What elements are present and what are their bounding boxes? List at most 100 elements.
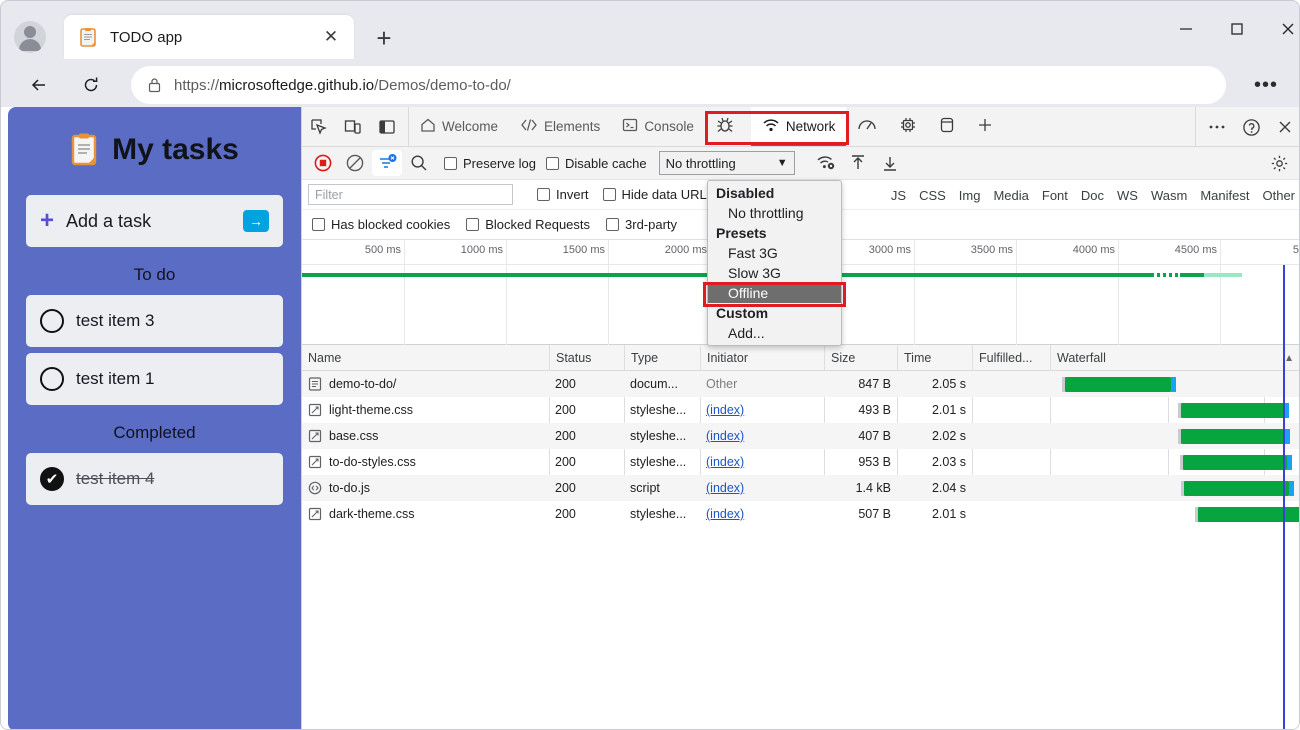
tab-sources[interactable]	[705, 107, 751, 146]
tab-console[interactable]: Console	[611, 107, 705, 146]
browser-more-icon[interactable]: •••	[1249, 69, 1283, 101]
disable-cache-checkbox[interactable]: Disable cache	[545, 156, 647, 171]
table-row[interactable]: demo-to-do/ 200 docum... Other 847 B 2.0…	[302, 371, 1299, 397]
tab-close-icon[interactable]: ✕	[318, 24, 344, 50]
preserve-log-checkbox[interactable]: Preserve log	[444, 156, 536, 171]
export-har-icon[interactable]	[875, 150, 905, 176]
type-filter-doc[interactable]: Doc	[1081, 188, 1104, 203]
window-minimize-button[interactable]	[1163, 13, 1208, 45]
record-stop-icon[interactable]	[308, 150, 338, 176]
device-toolbar-icon[interactable]	[336, 107, 370, 146]
request-name: to-do-styles.css	[329, 455, 416, 469]
column-header-initiator[interactable]: Initiator	[700, 345, 824, 371]
page-title: My tasks	[112, 133, 239, 166]
menu-item-slow-3g[interactable]: Slow 3G	[708, 263, 841, 283]
checkbox-icon[interactable]	[40, 367, 64, 391]
menu-item-offline[interactable]: Offline	[708, 283, 841, 303]
tab-memory[interactable]	[888, 107, 928, 146]
request-name: demo-to-do/	[329, 377, 397, 391]
dock-side-icon[interactable]	[370, 107, 404, 146]
search-icon[interactable]	[404, 150, 434, 176]
request-initiator[interactable]: (index)	[706, 481, 744, 495]
type-filter-img[interactable]: Img	[959, 188, 981, 203]
table-row[interactable]: base.css 200 styleshe... (index) 407 B 2…	[302, 423, 1299, 449]
window-close-button[interactable]	[1265, 13, 1299, 45]
add-task-label: Add a task	[66, 210, 152, 231]
list-item[interactable]: test item 1	[26, 353, 283, 405]
filter-active-icon[interactable]	[372, 150, 402, 176]
checkbox-checked-icon[interactable]: ✔	[40, 467, 64, 491]
table-row[interactable]: light-theme.css 200 styleshe... (index) …	[302, 397, 1299, 423]
network-conditions-icon[interactable]	[811, 150, 841, 176]
add-task-input[interactable]: + Add a task →	[26, 195, 283, 247]
table-row[interactable]: to-do-styles.css 200 styleshe... (index)…	[302, 449, 1299, 475]
tab-network[interactable]: Network	[750, 107, 847, 146]
address-bar[interactable]: https://microsoftedge.github.io/Demos/de…	[131, 66, 1226, 104]
tab-application[interactable]	[928, 107, 966, 146]
type-filter-js[interactable]: JS	[891, 188, 906, 203]
request-initiator[interactable]: (index)	[706, 429, 744, 443]
invert-checkbox[interactable]: Invert	[537, 187, 589, 202]
throttling-select[interactable]: No throttling ▼	[658, 151, 795, 175]
column-header-name[interactable]: Name	[302, 345, 549, 371]
request-type: styleshe...	[630, 403, 687, 417]
column-header-fulfilled[interactable]: Fulfilled...	[972, 345, 1050, 371]
close-icon[interactable]	[1268, 119, 1299, 135]
browser-tab[interactable]: TODO app ✕	[64, 15, 354, 59]
menu-group-disabled: Disabled	[716, 185, 775, 201]
menu-item-add[interactable]: Add...	[708, 323, 841, 343]
column-header-size[interactable]: Size	[824, 345, 897, 371]
column-header-status[interactable]: Status	[549, 345, 624, 371]
has-blocked-cookies-label: Has blocked cookies	[331, 217, 451, 232]
tab-elements[interactable]: Elements	[509, 107, 611, 146]
type-filter-media[interactable]: Media	[993, 188, 1028, 203]
window-maximize-button[interactable]	[1214, 13, 1259, 45]
back-button[interactable]	[21, 67, 57, 103]
checkbox-icon[interactable]	[40, 309, 64, 333]
type-filter-ws[interactable]: WS	[1117, 188, 1138, 203]
preserve-log-label: Preserve log	[463, 155, 536, 171]
gear-icon[interactable]	[1265, 150, 1293, 176]
new-tab-button[interactable]: +	[369, 23, 399, 53]
more-icon[interactable]	[1200, 124, 1234, 130]
reload-button[interactable]	[73, 67, 109, 103]
throttling-dropdown-menu[interactable]: Disabled No throttling Presets Fast 3G S…	[707, 180, 842, 346]
inspect-element-icon[interactable]	[302, 107, 336, 146]
submit-task-button[interactable]: →	[243, 210, 269, 232]
help-icon[interactable]	[1234, 118, 1268, 137]
list-item[interactable]: ✔ test item 4	[26, 453, 283, 505]
import-har-icon[interactable]	[843, 150, 873, 176]
table-row[interactable]: to-do.js 200 script (index) 1.4 kB 2.04 …	[302, 475, 1299, 501]
tab-performance[interactable]	[846, 107, 888, 146]
type-filter-other[interactable]: Other	[1262, 188, 1295, 203]
table-row[interactable]: dark-theme.css 200 styleshe... (index) 5…	[302, 501, 1299, 527]
menu-item-fast-3g[interactable]: Fast 3G	[708, 243, 841, 263]
type-filter-font[interactable]: Font	[1042, 188, 1068, 203]
request-initiator[interactable]: (index)	[706, 403, 744, 417]
clipboard-icon	[70, 133, 98, 167]
list-item[interactable]: test item 3	[26, 295, 283, 347]
request-fulfilled	[972, 371, 1050, 397]
column-header-time[interactable]: Time	[897, 345, 972, 371]
request-initiator[interactable]: (index)	[706, 507, 744, 521]
type-filter-wasm[interactable]: Wasm	[1151, 188, 1187, 203]
third-party-checkbox[interactable]: 3rd-party	[606, 217, 677, 232]
hide-data-urls-checkbox[interactable]: Hide data URL	[602, 187, 707, 202]
has-blocked-cookies-checkbox[interactable]: Has blocked cookies	[312, 217, 450, 232]
section-title-todo: To do	[133, 265, 176, 284]
add-panel-button[interactable]	[966, 107, 1004, 146]
column-header-type[interactable]: Type	[624, 345, 700, 371]
memory-chip-icon	[899, 116, 917, 137]
menu-item-no-throttling[interactable]: No throttling	[708, 203, 841, 223]
request-initiator[interactable]: (index)	[706, 455, 744, 469]
blocked-requests-checkbox[interactable]: Blocked Requests	[466, 217, 590, 232]
column-header-waterfall[interactable]: Waterfall ▲	[1050, 345, 1299, 371]
avatar[interactable]	[14, 21, 46, 53]
filter-input[interactable]: Filter	[308, 184, 513, 205]
tab-welcome[interactable]: Welcome	[409, 107, 509, 146]
console-prompt-icon	[622, 117, 638, 136]
clear-icon[interactable]	[340, 150, 370, 176]
menu-group-presets: Presets	[716, 225, 767, 241]
type-filter-manifest[interactable]: Manifest	[1200, 188, 1249, 203]
type-filter-css[interactable]: CSS	[919, 188, 946, 203]
